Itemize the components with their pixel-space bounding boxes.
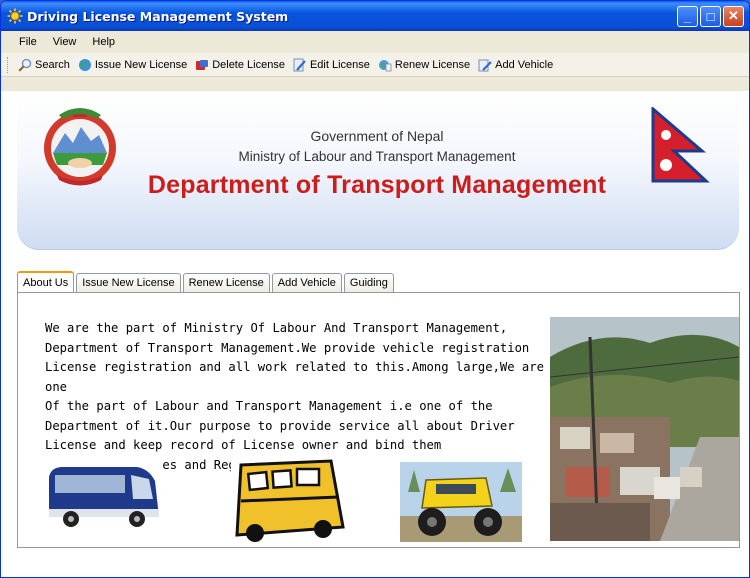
vehicle-icon [478,59,492,71]
delete-icon [196,59,209,70]
renew-license-button[interactable]: Renew License [374,56,474,74]
nepal-emblem-icon [44,108,116,186]
tab-about-us[interactable]: About Us [17,271,75,292]
toolbar-grip[interactable] [7,56,10,73]
title-bar[interactable]: Driving License Management System _ □ ✕ [1,1,749,31]
about-text-block: We are the part of Ministry Of Labour An… [45,319,555,475]
tab-renew-license[interactable]: Renew License [182,273,270,292]
menu-help[interactable]: Help [84,34,123,50]
department-banner: Government of Nepal Ministry of Labour a… [17,91,739,250]
app-window: Driving License Management System _ □ ✕ … [0,0,750,578]
add-vehicle-label: Add Vehicle [495,58,554,71]
search-icon [18,58,32,72]
nepal-flag-icon [651,107,710,183]
about-us-panel: We are the part of Ministry Of Labour An… [17,292,740,548]
add-vehicle-button[interactable]: Add Vehicle [474,56,557,74]
street-photo-icon [550,317,739,541]
tab-issue-new-license[interactable]: Issue New License [76,273,181,292]
delete-license-label: Delete License [212,58,285,71]
department-title: Department of Transport Management [147,171,607,199]
edit-icon [293,58,306,71]
renew-icon [378,59,392,71]
menu-view[interactable]: View [45,34,85,50]
monster-truck-image-icon [400,462,522,542]
edit-license-button[interactable]: Edit License [289,56,374,74]
globe-icon [78,58,91,71]
about-text: We are the part of Ministry Of Labour An… [45,321,544,472]
tab-guiding[interactable]: Guiding [343,273,394,292]
app-icon [7,8,23,24]
maximize-button[interactable]: □ [700,5,721,27]
menu-bar: File View Help [1,31,749,53]
menu-file[interactable]: File [11,34,45,50]
issue-new-license-button[interactable]: Issue New License [74,56,191,74]
close-button[interactable]: ✕ [723,5,744,27]
edit-license-label: Edit License [309,58,370,71]
search-label: Search [35,58,70,71]
minimize-button[interactable]: _ [677,5,698,27]
blue-bus-image-icon [45,457,163,535]
issue-new-license-label: Issue New License [94,58,188,71]
toolbar: Search Issue New License Delete License … [1,53,749,77]
search-button[interactable]: Search [14,56,74,74]
window-title: Driving License Management System [27,8,289,24]
tab-strip: About Us Issue New License Renew License… [17,271,394,292]
government-label: Government of Nepal [310,128,444,144]
renew-license-label: Renew License [394,58,471,71]
tab-add-vehicle[interactable]: Add Vehicle [271,273,342,292]
main-content: Government of Nepal Ministry of Labour a… [1,91,749,577]
delete-license-button[interactable]: Delete License [191,56,289,74]
school-bus-image-icon [231,457,349,543]
ministry-label: Ministry of Labour and Transport Managem… [238,149,516,164]
